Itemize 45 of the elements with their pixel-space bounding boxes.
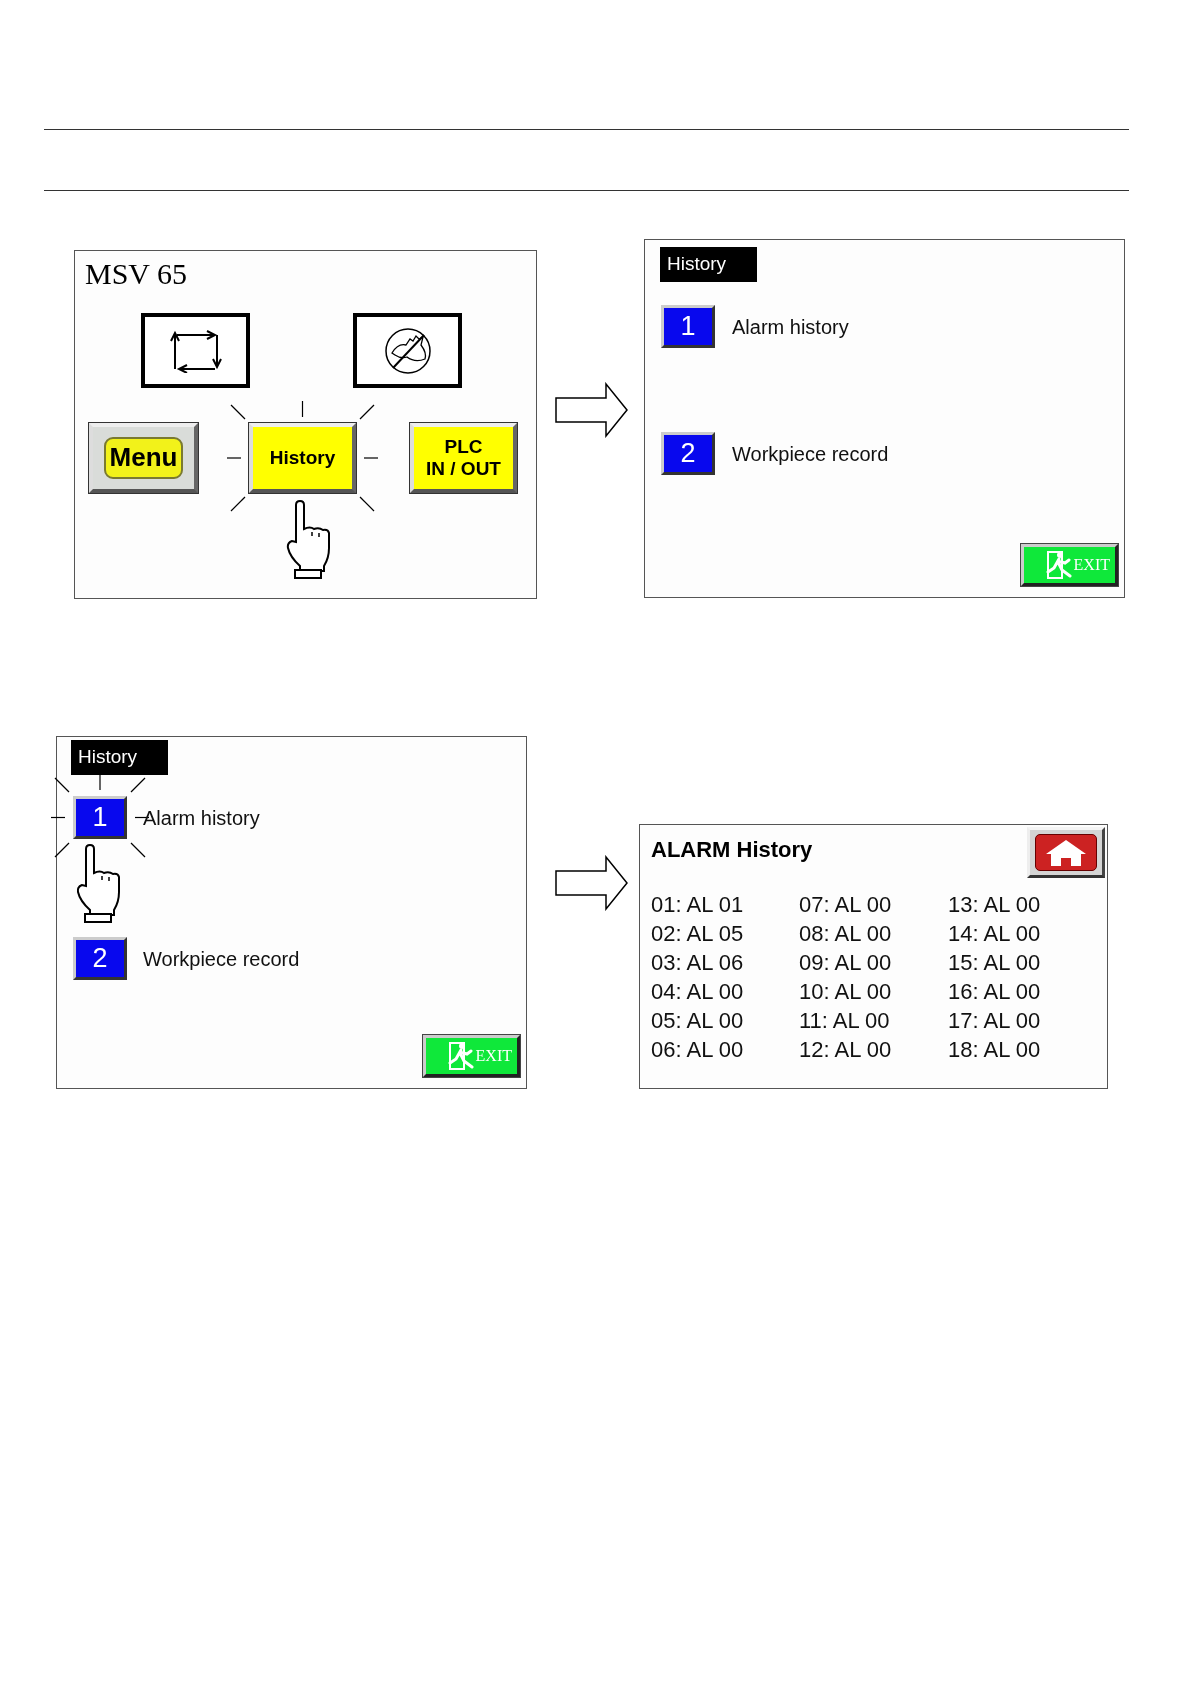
number-button[interactable]: 2	[73, 937, 127, 980]
no-hand-icon	[383, 326, 432, 375]
alarm-entry: 08: AL 00	[799, 920, 892, 948]
alarm-entry: 06: AL 00	[651, 1036, 744, 1064]
cycle-arrows-icon	[168, 328, 223, 373]
alarm-entry: 02: AL 05	[651, 920, 744, 948]
icon-button[interactable]	[141, 313, 250, 388]
home-button[interactable]	[1027, 827, 1105, 878]
screen-title: History	[660, 247, 757, 282]
alarm-entry: 18: AL 00	[948, 1036, 1041, 1064]
menu-label: Alarm history	[143, 805, 260, 831]
alarm-entry: 09: AL 00	[799, 949, 892, 977]
alarm-entry: 07: AL 00	[799, 891, 892, 919]
number-button[interactable]: 2	[661, 432, 715, 475]
key-button[interactable]: History	[249, 423, 356, 493]
menu-label: Workpiece record	[143, 946, 300, 972]
alarm-entry: 04: AL 00	[651, 978, 744, 1006]
alarm-entry: 10: AL 00	[799, 978, 892, 1006]
alarm-entry: 15: AL 00	[948, 949, 1041, 977]
home-icon	[1045, 838, 1087, 867]
alarm-entry: 05: AL 00	[651, 1007, 744, 1035]
running-man-icon	[447, 1041, 474, 1071]
icon-button[interactable]	[353, 313, 462, 388]
alarm-entry: 12: AL 00	[799, 1036, 892, 1064]
flow-arrow-icon	[555, 382, 629, 438]
alarm-entry: 01: AL 01	[651, 891, 744, 919]
alarm-entry: 14: AL 00	[948, 920, 1041, 948]
screen-title: ALARM History	[651, 836, 813, 864]
alarm-entry: 11: AL 00	[799, 1007, 890, 1035]
pointing-hand-icon	[76, 844, 120, 923]
screen-title: MSV 65	[85, 259, 187, 289]
key-button[interactable]: PLC IN / OUT	[410, 423, 517, 493]
flow-arrow-icon	[555, 855, 629, 911]
number-button[interactable]: 1	[73, 796, 127, 839]
menu-label: Workpiece record	[732, 441, 889, 467]
pointing-hand-icon	[286, 500, 330, 579]
running-man-icon	[1045, 550, 1072, 580]
alarm-entry: 16: AL 00	[948, 978, 1041, 1006]
alarm-entry: 17: AL 00	[948, 1007, 1041, 1035]
key-button[interactable]: Menu	[89, 423, 198, 493]
alarm-entry: 03: AL 06	[651, 949, 744, 977]
menu-label: Alarm history	[732, 314, 849, 340]
screen-title: History	[71, 740, 168, 775]
alarm-entry: 13: AL 00	[948, 891, 1041, 919]
number-button[interactable]: 1	[661, 305, 715, 348]
